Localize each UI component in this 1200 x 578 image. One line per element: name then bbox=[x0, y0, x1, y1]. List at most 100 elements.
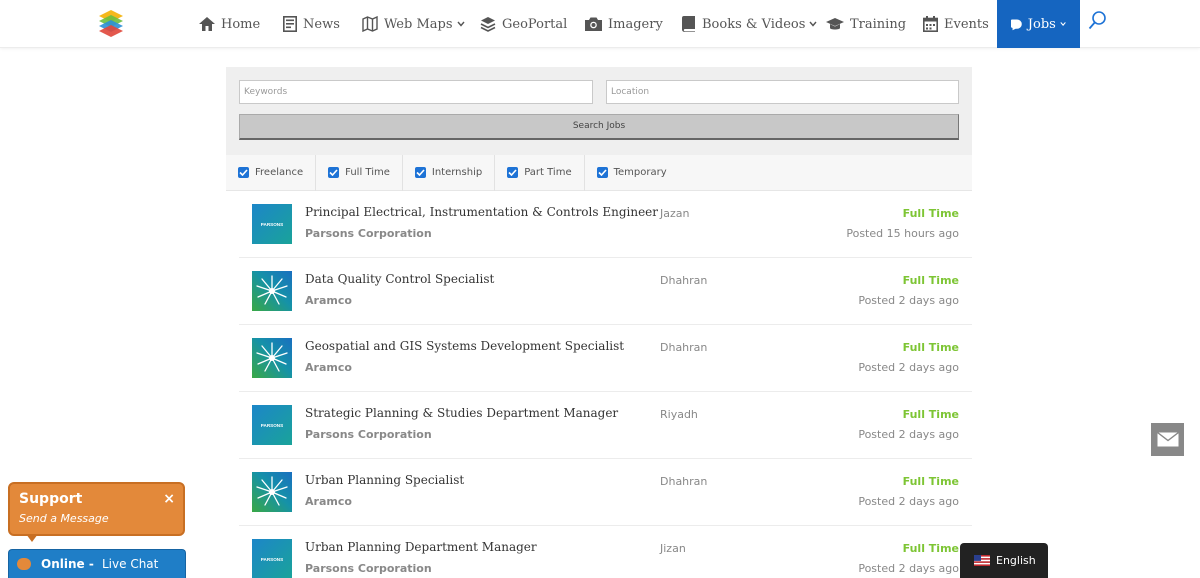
job-location: Jazan bbox=[660, 207, 690, 220]
nav-training-label: Training bbox=[850, 16, 907, 32]
contact-mail-button[interactable] bbox=[1151, 423, 1184, 456]
parsons-logo: PARSONS bbox=[252, 405, 292, 445]
nav-jobs-label: Jobs bbox=[1027, 16, 1056, 32]
job-posted-date: Posted 15 hours ago bbox=[846, 227, 959, 240]
chat-status: Online bbox=[41, 557, 85, 571]
job-title[interactable]: Urban Planning Department Manager bbox=[305, 540, 537, 554]
checkbox-checked-icon[interactable] bbox=[596, 167, 608, 178]
job-listing[interactable]: PARSONS Principal Electrical, Instrument… bbox=[239, 191, 972, 258]
close-icon[interactable]: × bbox=[163, 491, 175, 507]
chevron-down-icon bbox=[809, 21, 817, 27]
nav-home-label: Home bbox=[221, 16, 261, 32]
nav-web-maps[interactable]: Web Maps bbox=[362, 0, 465, 48]
nav-books-videos-label: Books & Videos bbox=[702, 16, 806, 32]
search-jobs-button[interactable]: Search Jobs bbox=[239, 114, 959, 140]
nav-geoportal[interactable]: GeoPortal bbox=[480, 0, 567, 48]
support-tail bbox=[26, 534, 38, 542]
site-header: Home News Web Maps GeoPortal Imagery Boo… bbox=[0, 0, 1200, 48]
job-type: Full Time bbox=[902, 542, 959, 555]
us-flag-icon bbox=[974, 555, 990, 566]
checkbox-checked-icon[interactable] bbox=[507, 167, 519, 178]
nav-geoportal-label: GeoPortal bbox=[502, 16, 568, 32]
aramco-logo bbox=[252, 271, 292, 311]
chat-bubble-icon bbox=[17, 558, 31, 570]
language-switcher[interactable]: English bbox=[960, 543, 1048, 578]
job-posted-date: Posted 2 days ago bbox=[858, 361, 959, 374]
job-location: Dhahran bbox=[660, 274, 708, 287]
job-location: Dhahran bbox=[660, 341, 708, 354]
filter-internship[interactable]: Internship bbox=[403, 154, 496, 191]
chevron-down-icon bbox=[1060, 22, 1066, 26]
camera-icon bbox=[585, 17, 602, 31]
svg-text:PARSONS: PARSONS bbox=[261, 423, 283, 428]
keywords-input[interactable] bbox=[239, 80, 593, 104]
filter-label: Internship bbox=[431, 167, 483, 178]
filter-part-time[interactable]: Part Time bbox=[495, 154, 585, 191]
home-icon bbox=[199, 17, 215, 31]
nav-imagery[interactable]: Imagery bbox=[585, 0, 663, 48]
svg-text:PARSONS: PARSONS bbox=[261, 222, 283, 227]
filter-freelance[interactable]: Freelance bbox=[226, 154, 317, 191]
job-title[interactable]: Principal Electrical, Instrumentation & … bbox=[305, 205, 658, 219]
job-type: Full Time bbox=[902, 408, 959, 421]
graduation-cap-icon bbox=[826, 17, 844, 29]
filter-label: Full Time bbox=[345, 167, 390, 178]
job-title[interactable]: Geospatial and GIS Systems Development S… bbox=[305, 339, 624, 353]
job-title[interactable]: Data Quality Control Specialist bbox=[305, 272, 494, 286]
nav-news-label: News bbox=[303, 16, 340, 32]
job-search-form: Search Jobs bbox=[226, 67, 972, 155]
nav-books-videos[interactable]: Books & Videos bbox=[682, 0, 817, 48]
job-posted-date: Posted 2 days ago bbox=[858, 562, 959, 575]
filter-temporary[interactable]: Temporary bbox=[585, 155, 679, 191]
map-icon bbox=[362, 16, 378, 32]
company-name: Aramco bbox=[305, 361, 352, 374]
book-icon bbox=[682, 16, 695, 32]
checkbox-checked-icon[interactable] bbox=[328, 167, 340, 178]
company-name: Aramco bbox=[305, 495, 352, 508]
company-name: Aramco bbox=[305, 294, 352, 307]
checkbox-checked-icon[interactable] bbox=[414, 167, 426, 178]
nav-home[interactable]: Home bbox=[199, 0, 260, 48]
aramco-logo bbox=[252, 338, 292, 378]
jobs-icon bbox=[1011, 18, 1022, 30]
job-listing[interactable]: Urban Planning Specialist Aramco Dhahran… bbox=[239, 459, 972, 526]
site-logo[interactable] bbox=[96, 8, 126, 38]
checkbox-checked-icon[interactable] bbox=[238, 167, 249, 178]
location-input[interactable] bbox=[606, 80, 959, 104]
job-type: Full Time bbox=[902, 207, 959, 220]
job-title[interactable]: Strategic Planning & Studies Department … bbox=[305, 406, 618, 420]
filter-full-time[interactable]: Full Time bbox=[316, 154, 403, 191]
job-location: Dhahran bbox=[660, 475, 708, 488]
job-listing[interactable]: PARSONS Urban Planning Department Manage… bbox=[239, 526, 972, 578]
job-type: Full Time bbox=[902, 475, 959, 488]
job-listing[interactable]: Data Quality Control Specialist Aramco D… bbox=[239, 258, 972, 325]
chevron-down-icon bbox=[456, 21, 465, 27]
nav-training[interactable]: Training bbox=[826, 0, 906, 48]
filter-label: Temporary bbox=[613, 167, 667, 178]
job-posted-date: Posted 2 days ago bbox=[858, 495, 959, 508]
svg-text:PARSONS: PARSONS bbox=[261, 557, 283, 562]
filter-label: Freelance bbox=[255, 167, 304, 178]
layers-icon bbox=[480, 17, 496, 32]
search-icon[interactable] bbox=[1088, 10, 1108, 32]
company-name: Parsons Corporation bbox=[305, 428, 432, 441]
filter-label: Part Time bbox=[524, 167, 572, 178]
nav-news[interactable]: News bbox=[283, 0, 340, 48]
live-chat-bar[interactable]: Online - Live Chat bbox=[8, 549, 186, 578]
job-title[interactable]: Urban Planning Specialist bbox=[305, 473, 464, 487]
support-subtitle: Send a Message bbox=[19, 512, 109, 525]
nav-events[interactable]: Events bbox=[923, 0, 989, 48]
calendar-icon bbox=[923, 16, 938, 32]
chat-label: Live Chat bbox=[102, 557, 159, 571]
support-title: Support bbox=[19, 491, 83, 507]
nav-web-maps-label: Web Maps bbox=[384, 16, 453, 32]
language-label: English bbox=[996, 554, 1036, 567]
job-listing[interactable]: Geospatial and GIS Systems Development S… bbox=[239, 325, 972, 392]
job-listings: Search Jobs Freelance Full Time Internsh… bbox=[226, 67, 972, 578]
job-location: Jizan bbox=[660, 542, 686, 555]
support-widget[interactable]: Support Send a Message × bbox=[8, 482, 185, 536]
nav-imagery-label: Imagery bbox=[608, 16, 663, 32]
job-type-filters: Freelance Full Time Internship Part Time… bbox=[226, 154, 972, 191]
nav-jobs[interactable]: Jobs bbox=[997, 0, 1080, 48]
job-listing[interactable]: PARSONS Strategic Planning & Studies Dep… bbox=[239, 392, 972, 459]
